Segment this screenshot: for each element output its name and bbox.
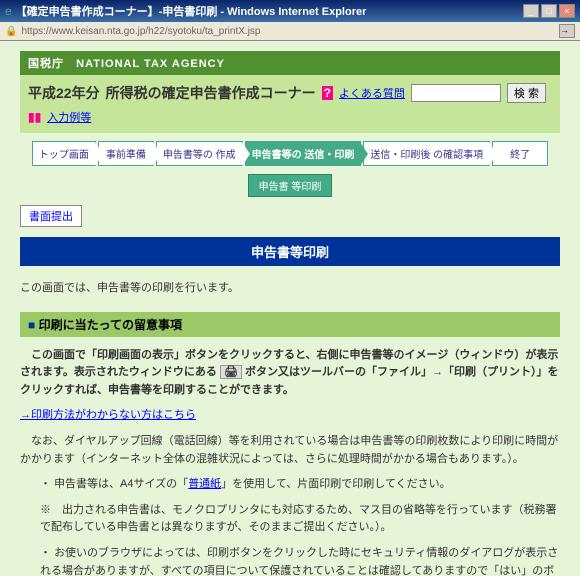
nav-step-prep[interactable]: 事前準備 — [98, 141, 154, 166]
notice-p2: なお、ダイヤルアップ回線（電話回線）等を利用されている場合は申告書等の印刷枚数に… — [20, 429, 560, 472]
go-button[interactable]: → — [559, 24, 575, 38]
content-area: 国税庁 NATIONAL TAX AGENCY 平成22年分 所得税の確定申告書… — [0, 41, 580, 576]
minimize-button[interactable]: _ — [523, 4, 539, 18]
ie-icon: e — [5, 4, 12, 18]
search-input[interactable] — [411, 84, 501, 102]
paper-submit-button[interactable]: 書面提出 — [20, 205, 82, 227]
section-title: 申告書等印刷 — [20, 237, 560, 266]
notice-p1: この画面で「印刷画面の表示」ボタンをクリックすると、右側に申告書等のイメージ（ウ… — [20, 343, 560, 404]
nav-step-send-print[interactable]: 申告書等の 送信・印刷 — [245, 141, 362, 166]
print-help-link[interactable]: →印刷方法がわからない方はこちら — [20, 409, 196, 421]
window-titlebar: e 【確定申告書作成コーナー】-申告書印刷 - Windows Internet… — [0, 0, 580, 22]
nav-steps: トップ画面 事前準備 申告書等の 作成 申告書等の 送信・印刷 送信・印刷後 の… — [20, 133, 560, 174]
notice-header-label: 印刷に当たっての留意事項 — [39, 318, 182, 332]
agency-bar: 国税庁 NATIONAL TAX AGENCY — [20, 51, 560, 75]
bullet-2: ・ お使いのブラウザによっては、印刷ボタンをクリックした時にセキュリティ情報のダ… — [20, 541, 560, 576]
nav-step-confirm[interactable]: 送信・印刷後 の確認事項 — [363, 141, 490, 166]
maximize-button[interactable]: □ — [541, 4, 557, 18]
faq-link[interactable]: よくある質問 — [339, 85, 405, 101]
nav-step-end[interactable]: 終了 — [492, 141, 548, 166]
faq-icon: ? — [322, 86, 333, 100]
window-title: 【確定申告書作成コーナー】-申告書印刷 - Windows Internet E… — [16, 3, 519, 19]
address-bar: 🔒 https://www.keisan.nta.go.jp/h22/syoto… — [0, 22, 580, 41]
search-button[interactable]: 検 索 — [507, 83, 546, 103]
page-header: 平成22年分 所得税の確定申告書作成コーナー ? よくある質問 検 索 ▮▮ 入… — [20, 75, 560, 133]
square-icon: ■ — [28, 318, 35, 332]
examples-link[interactable]: 入力例等 — [47, 109, 91, 125]
plain-paper-link[interactable]: 普通紙 — [188, 478, 221, 490]
lock-icon: 🔒 — [5, 26, 17, 37]
header-title: 所得税の確定申告書作成コーナー — [106, 83, 316, 103]
bullet-1-note: ※ 出力される申告書は、モノクロプリンタにも対応するため、マス目の省略等を行って… — [20, 498, 560, 541]
nav-substep: 申告書 等印刷 — [248, 174, 333, 197]
nav-step-create[interactable]: 申告書等の 作成 — [156, 141, 243, 166]
agency-jp: 国税庁 — [28, 58, 64, 70]
nav-step-top[interactable]: トップ画面 — [32, 141, 96, 166]
notice-header: ■ 印刷に当たっての留意事項 — [20, 312, 560, 337]
print-icon: 🖨 — [220, 365, 242, 379]
examples-icon: ▮▮ — [28, 110, 41, 124]
agency-en: NATIONAL TAX AGENCY — [76, 58, 225, 70]
header-year: 平成22年分 — [28, 83, 100, 103]
bullet-1: ・ 申告書等は、A4サイズの「普通紙」を使用して、片面印刷で印刷してください。 — [20, 472, 560, 498]
close-button[interactable]: × — [559, 4, 575, 18]
url-text: https://www.keisan.nta.go.jp/h22/syotoku… — [21, 26, 555, 37]
intro-text: この画面では、申告書等の印刷を行います。 — [20, 276, 560, 302]
